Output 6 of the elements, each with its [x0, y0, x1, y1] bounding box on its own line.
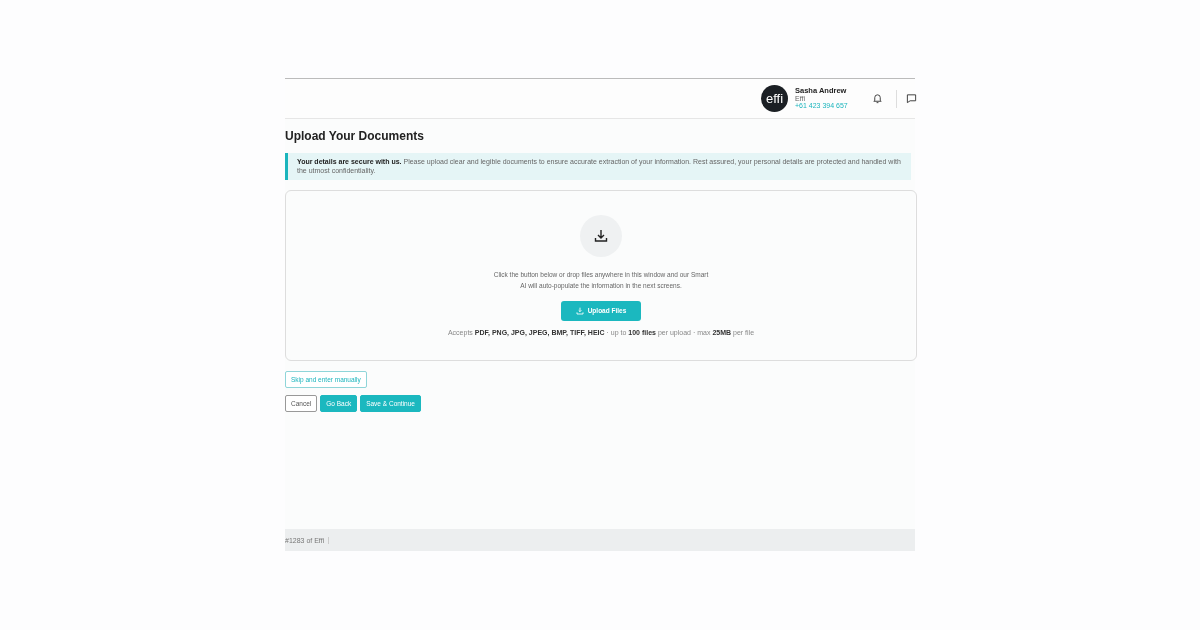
download-icon	[575, 306, 584, 315]
page-title: Upload Your Documents	[285, 129, 424, 143]
download-icon	[580, 214, 622, 257]
chat-icon[interactable]	[906, 93, 917, 104]
logo: effi	[761, 85, 788, 112]
bell-icon[interactable]	[872, 93, 883, 104]
